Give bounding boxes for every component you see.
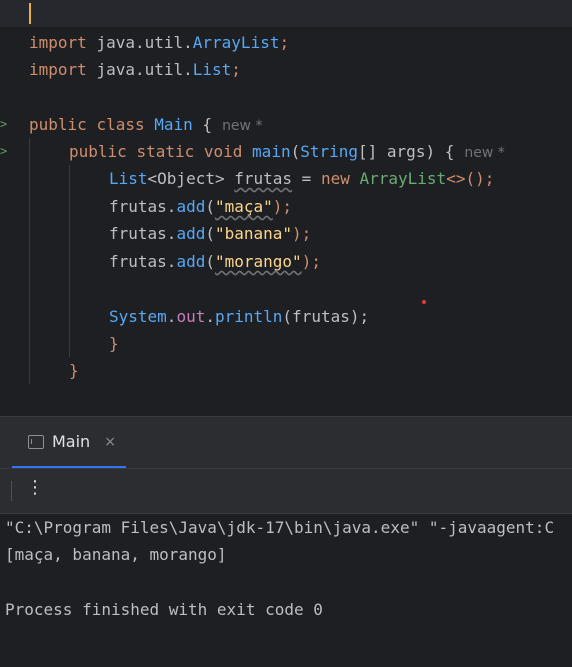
keyword: public — [69, 142, 127, 161]
console-line: "C:\Program Files\Java\jdk-17\bin\java.e… — [5, 518, 555, 537]
variable-name: frutas — [234, 169, 293, 188]
params: [] args) { — [358, 142, 455, 161]
code-line-main-decl[interactable]: public static void main(String[] args) {… — [69, 138, 505, 165]
code-line-list-decl[interactable]: List<Object> frutas = new ArrayList<>(); — [109, 165, 494, 192]
console-toolbar: ⋮ — [0, 469, 572, 514]
code-line-add-maca[interactable]: frutas.add("maça"); — [109, 193, 292, 220]
keyword: import — [29, 60, 87, 79]
inlay-hint: new * — [222, 118, 263, 134]
brace: } — [109, 334, 119, 353]
text-caret — [29, 3, 31, 24]
assign-op: = — [292, 169, 321, 188]
tab-label: Main — [52, 432, 91, 451]
console-line: [maça, banana, morango] — [5, 545, 227, 564]
class-ref: ArrayList — [359, 169, 447, 188]
ctor-args: <>(); — [446, 169, 495, 188]
current-line-highlight — [0, 0, 572, 27]
code-line-add-banana[interactable]: frutas.add("banana"); — [109, 220, 311, 247]
string-literal: "maça" — [214, 197, 273, 216]
keyword: void — [203, 142, 243, 161]
console-line: Process finished with exit code 0 — [5, 600, 323, 619]
more-options-icon[interactable]: ⋮ — [26, 477, 44, 498]
class-ref: List — [192, 60, 232, 79]
field-ref: out — [176, 307, 206, 326]
indent-guide — [29, 138, 30, 384]
inlay-hint: new * — [464, 145, 505, 161]
semicolon: ; — [279, 33, 290, 52]
code-line-import-list[interactable]: import java.util.List; — [29, 56, 241, 83]
type-ref: String — [300, 142, 359, 161]
console-icon — [28, 434, 44, 449]
brace: { — [202, 115, 213, 134]
type-ref: List — [109, 169, 148, 188]
keyword: import — [29, 33, 87, 52]
string-literal: "banana" — [214, 224, 293, 243]
indent-guide — [69, 165, 70, 357]
code-line-add-morango[interactable]: frutas.add("morango"); — [109, 248, 321, 275]
package-name: java.util. — [96, 60, 193, 79]
generic-arg: <Object> — [147, 169, 225, 188]
string-literal: "morango" — [214, 252, 302, 271]
call-args: (frutas); — [282, 307, 370, 326]
error-marker — [422, 300, 426, 304]
code-line-close-class[interactable]: } — [69, 357, 79, 384]
method-call: add — [176, 252, 206, 271]
code-line-import-arraylist[interactable]: import java.util.ArrayList; — [29, 29, 289, 56]
code-line-println[interactable]: System.out.println(frutas); — [109, 303, 369, 330]
code-editor[interactable]: import java.util.ArrayList; import java.… — [0, 0, 572, 416]
method-name: main — [252, 142, 291, 161]
run-tool-window: Main × ⋮ "C:\Program Files\Java\jdk-17\b… — [0, 416, 572, 667]
keyword: class — [96, 115, 145, 134]
class-ref: ArrayList — [192, 33, 280, 52]
toolbar-divider — [11, 481, 12, 501]
console-output[interactable]: "C:\Program Files\Java\jdk-17\bin\java.e… — [0, 514, 572, 667]
tab-main[interactable]: Main × — [12, 417, 126, 468]
keyword: new — [320, 169, 350, 188]
run-class-icon[interactable]: > — [0, 111, 8, 138]
semicolon: ; — [231, 60, 241, 79]
run-method-icon[interactable]: > — [0, 138, 8, 165]
class-ref: System — [109, 307, 167, 326]
tool-tab-bar: Main × — [0, 417, 572, 469]
class-name: Main — [154, 115, 193, 134]
package-name: java.util. — [96, 33, 193, 52]
code-line-class-decl[interactable]: public class Main { new * — [29, 111, 262, 138]
method-call: add — [176, 197, 206, 216]
method-call: add — [176, 224, 206, 243]
brace: } — [69, 361, 79, 380]
keyword: public — [29, 115, 87, 134]
code-line-close-method[interactable]: } — [109, 330, 119, 357]
method-call: println — [214, 307, 283, 326]
keyword: static — [136, 142, 195, 161]
close-icon[interactable]: × — [104, 434, 116, 450]
